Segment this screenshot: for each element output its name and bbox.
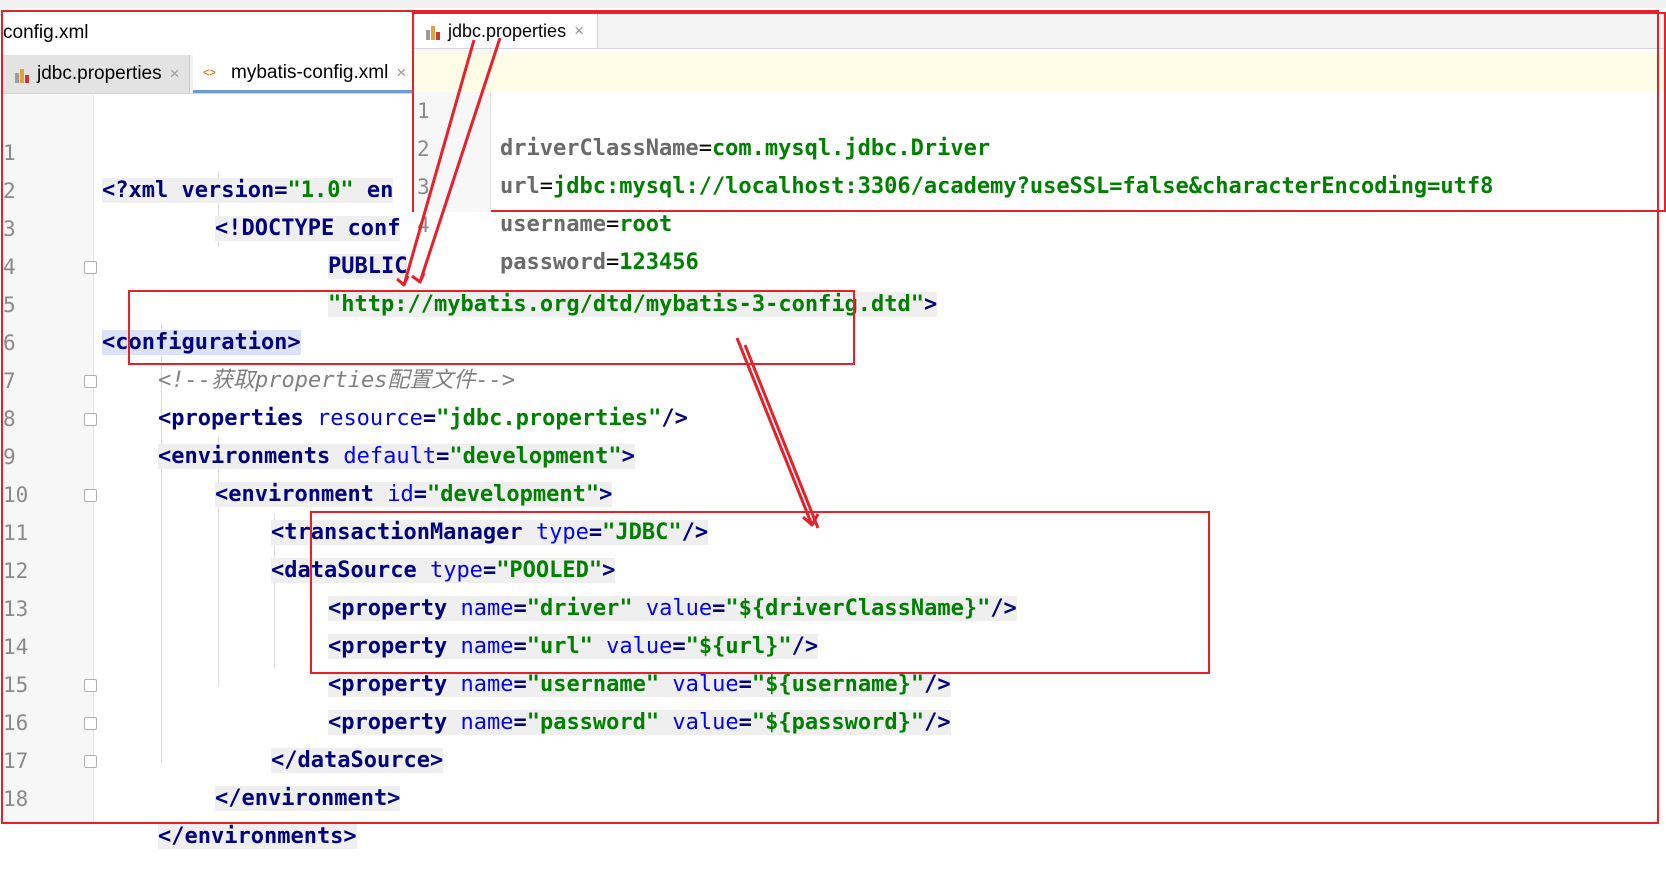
token: </environments> — [158, 824, 357, 849]
arrow-properties-to-datasource-2 — [743, 344, 820, 529]
arrow-popup-to-properties — [396, 39, 476, 287]
arrow-popup-to-properties-2 — [411, 37, 502, 284]
annotation-arrows — [396, 37, 820, 529]
